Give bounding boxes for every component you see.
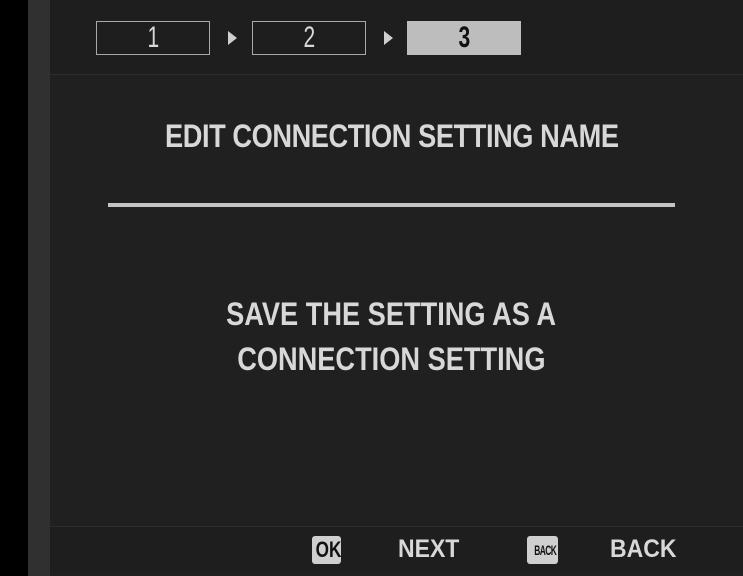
- button-guide-bar: OK NEXT BACK BACK: [50, 526, 743, 573]
- chevron-right-icon: [384, 31, 393, 45]
- step-1-label: 1: [147, 21, 159, 54]
- step-3-active: 3: [407, 21, 521, 55]
- next-button[interactable]: NEXT: [398, 534, 465, 564]
- ok-key-icon[interactable]: OK: [312, 536, 341, 564]
- chevron-right-icon: [228, 31, 237, 45]
- message-line-1: SAVE THE SETTING AS A: [226, 296, 557, 332]
- back-key-icon[interactable]: BACK: [527, 536, 558, 564]
- step-3-label: 3: [458, 21, 470, 54]
- confirmation-message: SAVE THE SETTING AS A CONNECTION SETTING: [50, 292, 733, 382]
- back-button[interactable]: BACK: [610, 534, 682, 564]
- step-1: 1: [96, 21, 210, 55]
- page-title: EDIT CONNECTION SETTING NAME: [50, 118, 733, 155]
- step-2: 2: [252, 21, 366, 55]
- back-label: BACK: [610, 535, 677, 563]
- left-nav-rail[interactable]: [28, 0, 73, 576]
- connection-setting-screen: 1 2 3 EDIT CONNECTION SETTING NAME SAVE …: [50, 0, 743, 576]
- step-2-label: 2: [303, 21, 315, 54]
- left-border: [0, 0, 28, 576]
- divider: [108, 203, 675, 207]
- step-indicator: 1 2 3: [50, 0, 743, 75]
- page-title-text: EDIT CONNECTION SETTING NAME: [164, 118, 619, 154]
- message-line-2: CONNECTION SETTING: [237, 341, 546, 377]
- next-label: NEXT: [398, 535, 460, 563]
